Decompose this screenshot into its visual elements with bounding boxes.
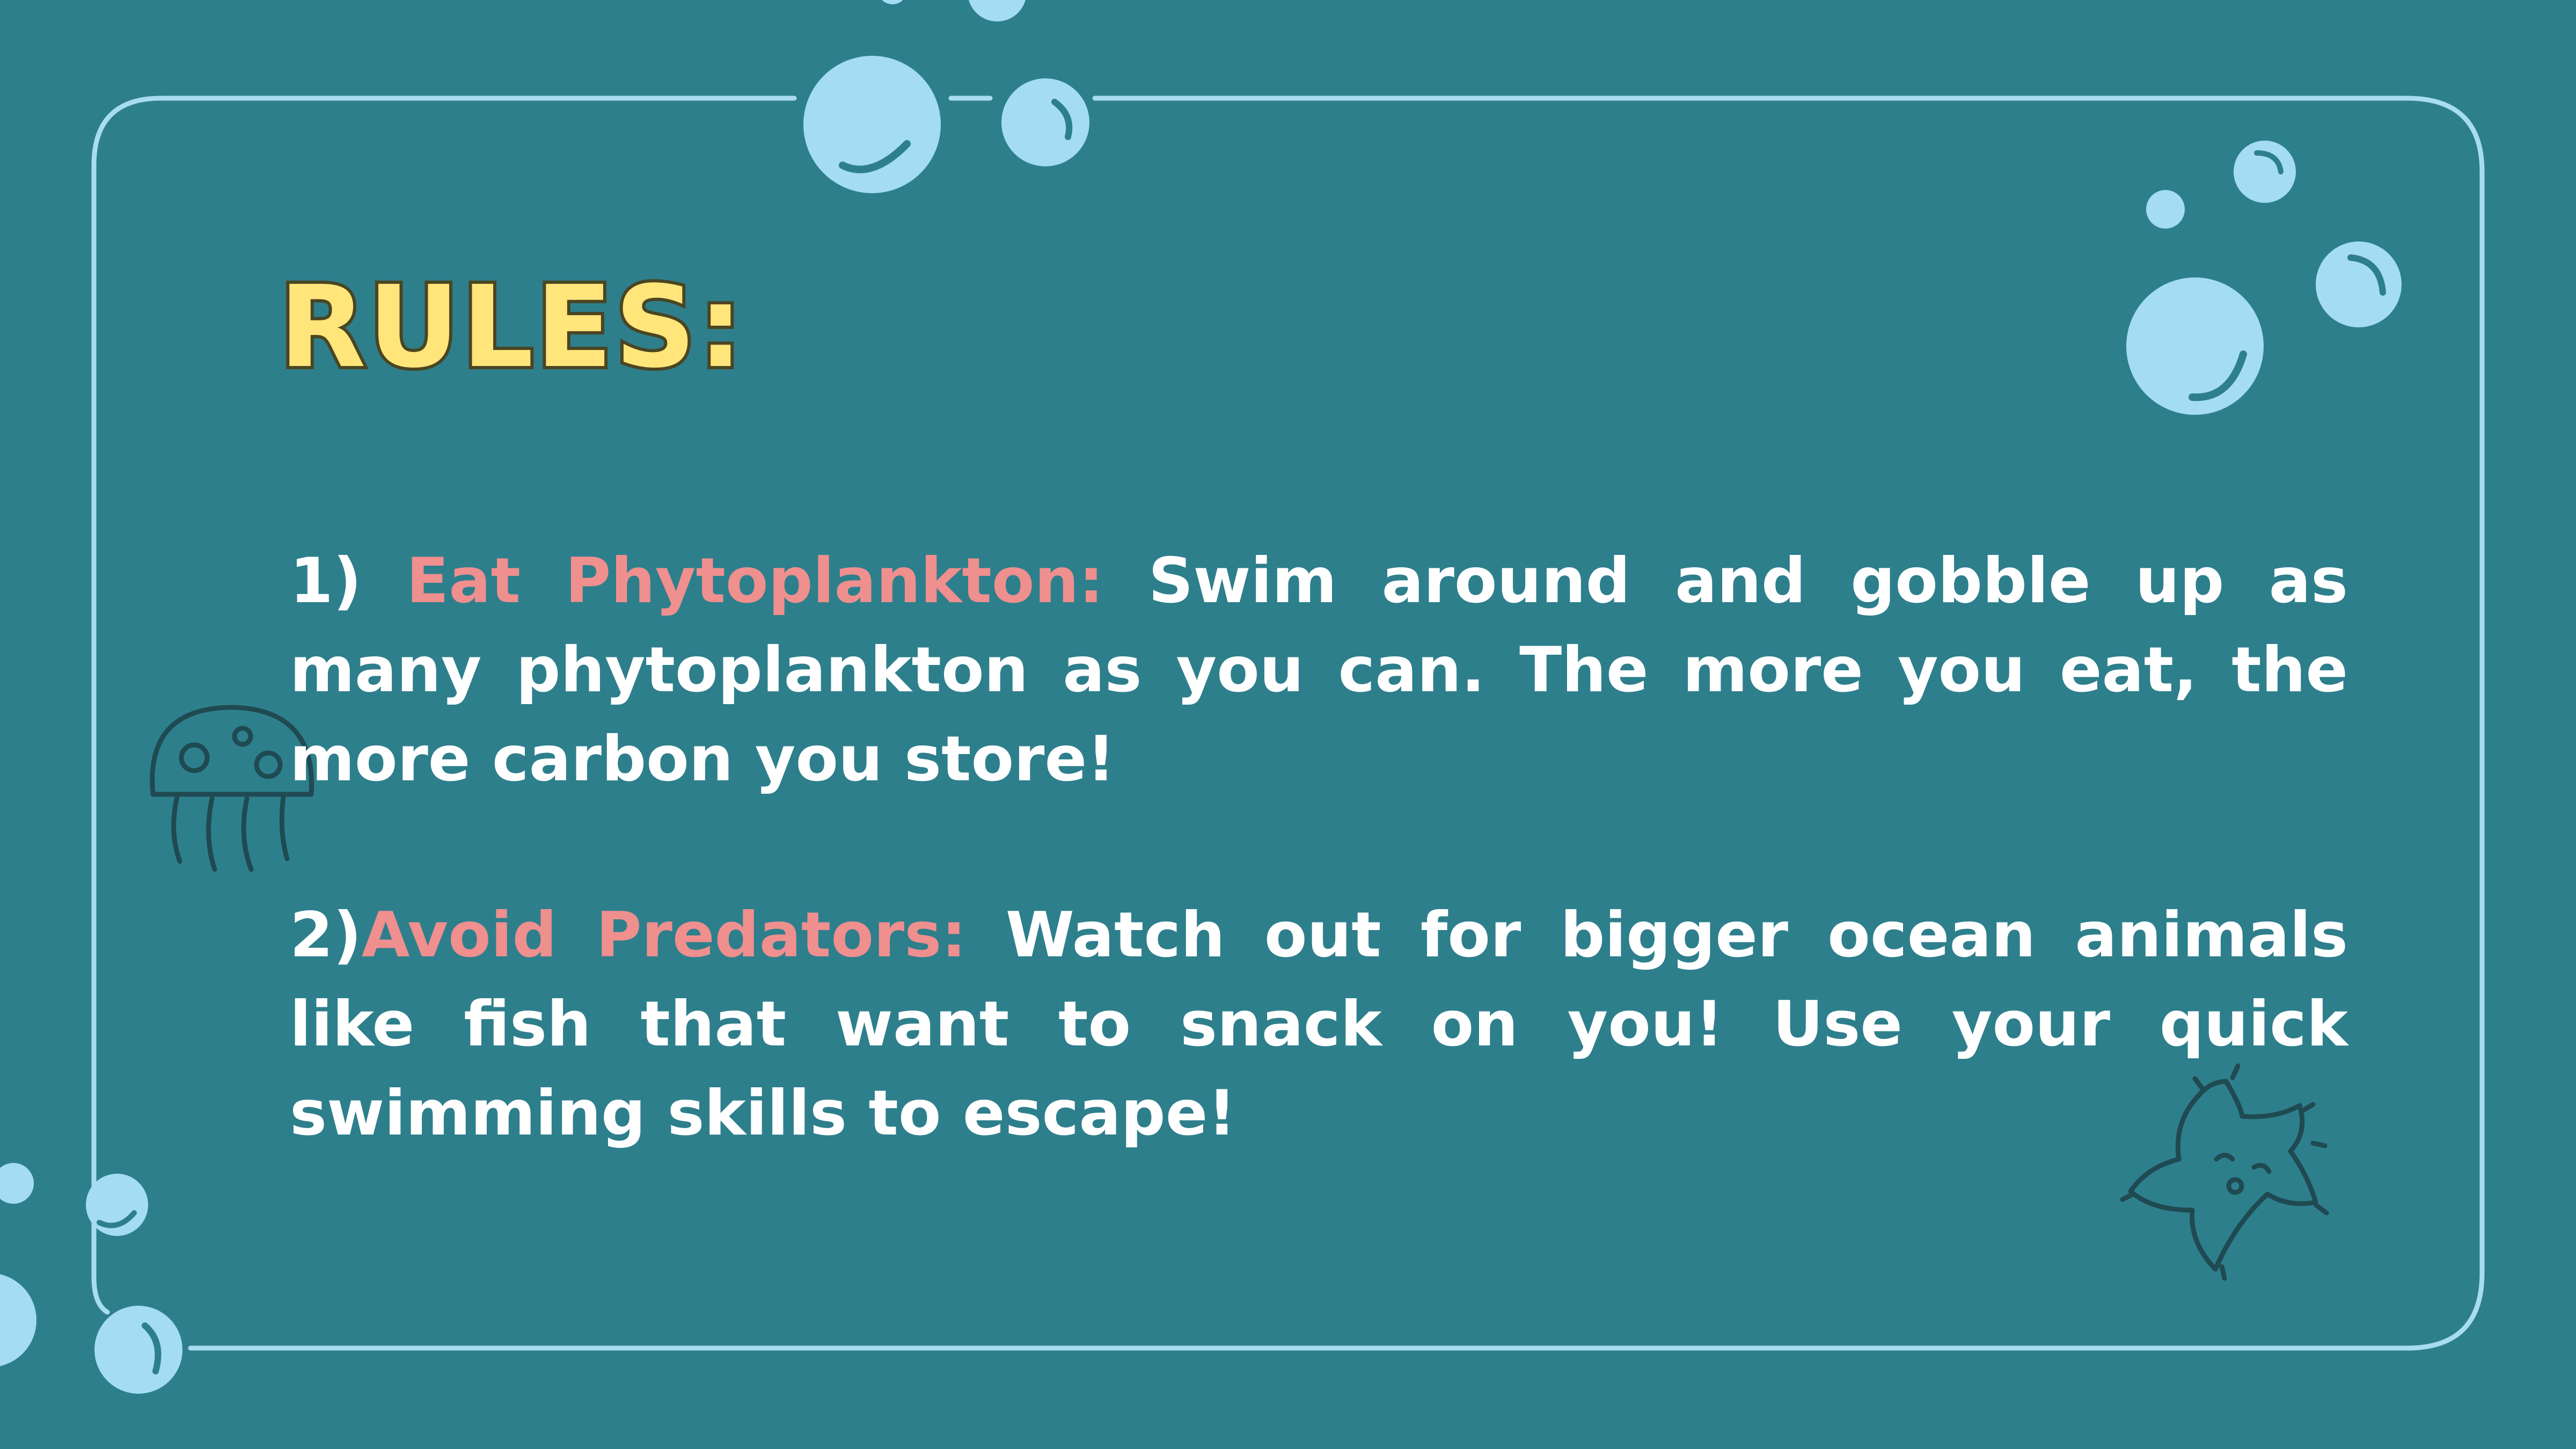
bubble-icon [803,56,941,193]
rule-heading: Eat Phytoplankton: [406,545,1104,617]
frame-corner-bottom-left [91,1242,110,1315]
rule-item-eat-phytoplankton: 1) Eat Phytoplankton: Swim around and go… [290,537,2348,804]
bubble-icon [969,0,1026,21]
bubble-icon [0,1163,34,1204]
rule-item-avoid-predators: 2)Avoid Predators: Watch out for bigger … [290,891,2348,1158]
rule-heading: Avoid Predators: [361,899,967,971]
jellyfish-icon [150,705,314,872]
bubble-icon [2234,141,2296,203]
bubble-icon [94,1306,182,1394]
bubble-icon [882,0,903,4]
bubble-icon [0,1274,36,1366]
bubble-icon [1001,78,1089,166]
bubble-icon [86,1174,148,1236]
bubble-icon [2316,241,2402,327]
bubble-icon [2126,277,2264,415]
rule-number: 1) [290,545,362,617]
rules-title: RULES: [276,261,747,393]
bubble-icon [2146,190,2185,229]
rule-number: 2) [290,899,362,971]
